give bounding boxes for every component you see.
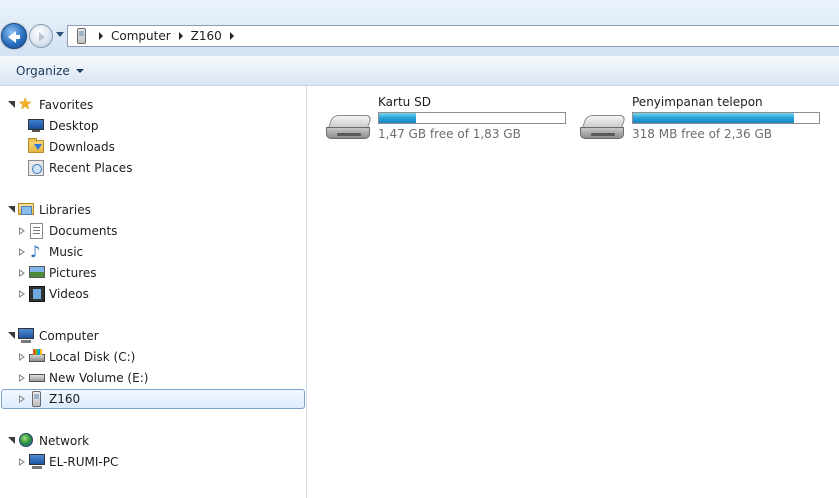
downloads-folder-icon — [28, 138, 44, 153]
drive-penyimpanan-telepon[interactable]: Penyimpanan telepon 318 MB free of 2,36 … — [580, 95, 830, 147]
recent-pages-dropdown[interactable] — [56, 32, 64, 37]
breadcrumb-chevron-icon[interactable] — [99, 32, 103, 40]
drive-name: Kartu SD — [378, 95, 431, 109]
chevron-down-icon — [75, 69, 84, 73]
back-arrow-icon — [8, 31, 20, 43]
pictures-icon — [29, 266, 45, 278]
nav-libraries-label: Libraries — [39, 203, 91, 217]
nav-favorites[interactable]: ★ Favorites — [0, 95, 300, 115]
expanded-arrow-icon[interactable] — [8, 206, 15, 213]
drive-free-space: 318 MB free of 2,36 GB — [632, 127, 773, 141]
nav-item-label: Pictures — [49, 266, 97, 280]
breadcrumb-z160[interactable]: Z160 — [191, 29, 222, 43]
collapsed-arrow-icon[interactable] — [19, 290, 25, 299]
nav-favorites-label: Favorites — [39, 98, 94, 112]
drive-free-space: 1,47 GB free of 1,83 GB — [378, 127, 521, 141]
nav-item-downloads[interactable]: Downloads — [0, 137, 300, 157]
nav-item-label: EL-RUMI-PC — [49, 455, 119, 469]
nav-item-videos[interactable]: Videos — [0, 284, 300, 304]
nav-item-music[interactable]: ♪ Music — [0, 242, 300, 262]
collapsed-arrow-icon[interactable] — [19, 458, 25, 467]
videos-icon — [29, 286, 45, 302]
collapsed-arrow-icon[interactable] — [19, 374, 25, 383]
nav-item-label: Downloads — [49, 140, 115, 154]
network-pc-icon — [29, 454, 45, 469]
command-bar: Organize — [0, 56, 839, 86]
desktop-icon — [28, 119, 44, 132]
documents-icon — [30, 223, 43, 239]
recent-places-icon — [28, 160, 44, 176]
nav-item-label: Recent Places — [49, 161, 133, 175]
nav-item-label: Music — [49, 245, 84, 259]
back-button[interactable] — [1, 23, 27, 49]
breadcrumb-computer[interactable]: Computer — [111, 29, 171, 43]
drive-usage-fill — [633, 113, 795, 123]
nav-computer-label: Computer — [39, 329, 99, 343]
network-globe-icon — [19, 433, 33, 447]
expanded-arrow-icon[interactable] — [8, 437, 15, 444]
nav-item-pictures[interactable]: Pictures — [0, 263, 300, 283]
collapsed-arrow-icon[interactable] — [19, 269, 25, 278]
forward-arrow-icon — [39, 32, 45, 42]
drive-usage-fill — [379, 113, 416, 123]
breadcrumb-chevron-icon[interactable] — [229, 32, 234, 40]
nav-item-label: Documents — [49, 224, 118, 238]
local-disk-icon — [29, 349, 45, 362]
organize-label: Organize — [16, 64, 70, 78]
address-toolbar: Computer Z160 — [0, 0, 839, 56]
music-icon: ♪ — [30, 242, 41, 261]
nav-item-documents[interactable]: Documents — [0, 221, 300, 241]
drive-usage-bar — [632, 112, 820, 124]
navigation-pane[interactable]: ★ Favorites Desktop Downloads Recent Pla… — [0, 86, 307, 498]
nav-item-recent-places[interactable]: Recent Places — [0, 158, 300, 178]
volume-icon — [29, 374, 45, 382]
phone-icon-wrap — [32, 391, 42, 407]
forward-button[interactable] — [29, 24, 53, 48]
expanded-arrow-icon[interactable] — [8, 101, 15, 108]
expanded-arrow-icon[interactable] — [8, 332, 15, 339]
breadcrumb-chevron-icon[interactable] — [178, 32, 183, 40]
collapsed-arrow-icon[interactable] — [19, 248, 25, 257]
removable-drive-icon — [326, 115, 374, 147]
drive-name: Penyimpanan telepon — [632, 95, 763, 109]
star-icon: ★ — [18, 94, 33, 113]
nav-item-local-disk-c[interactable]: Local Disk (C:) — [0, 347, 300, 367]
drive-kartu-sd[interactable]: Kartu SD 1,47 GB free of 1,83 GB — [326, 95, 576, 147]
nav-network[interactable]: Network — [0, 431, 300, 451]
collapsed-arrow-icon[interactable] — [19, 353, 25, 362]
nav-computer[interactable]: Computer — [0, 326, 300, 346]
collapsed-arrow-icon[interactable] — [19, 395, 25, 404]
nav-item-el-rumi-pc[interactable]: EL-RUMI-PC — [0, 452, 300, 472]
nav-item-label: Z160 — [49, 392, 81, 406]
organize-button[interactable]: Organize — [16, 64, 84, 78]
nav-libraries[interactable]: Libraries — [0, 200, 300, 220]
computer-icon — [18, 328, 34, 343]
phone-icon — [73, 27, 91, 45]
nav-item-z160[interactable]: Z160 — [0, 389, 300, 409]
removable-drive-icon — [580, 115, 628, 147]
nav-item-label: Videos — [49, 287, 89, 301]
content-pane[interactable]: Kartu SD 1,47 GB free of 1,83 GB Penyimp… — [308, 86, 839, 498]
nav-item-label: Desktop — [49, 119, 99, 133]
nav-item-new-volume-e[interactable]: New Volume (E:) — [0, 368, 300, 388]
nav-item-label: New Volume (E:) — [49, 371, 149, 385]
drive-usage-bar — [378, 112, 566, 124]
nav-item-label: Local Disk (C:) — [49, 350, 136, 364]
collapsed-arrow-icon[interactable] — [19, 227, 25, 236]
phone-icon — [32, 391, 41, 407]
libraries-icon — [18, 203, 34, 215]
nav-network-label: Network — [39, 434, 90, 448]
nav-item-desktop[interactable]: Desktop — [0, 116, 300, 136]
address-bar[interactable]: Computer Z160 — [67, 25, 839, 47]
